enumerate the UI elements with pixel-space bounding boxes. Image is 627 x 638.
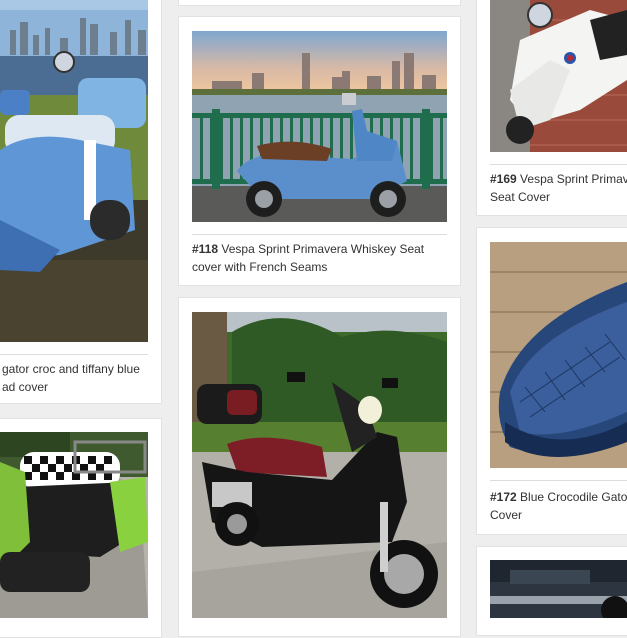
item-number: #169: [490, 172, 517, 186]
item-title-line2: Cover: [490, 508, 523, 522]
gallery-image-blue-crocodile-seat[interactable]: [490, 242, 627, 468]
card-divider: [192, 234, 447, 235]
item-title: Blue Crocodile Gato: [520, 490, 627, 504]
gallery-card[interactable]: [178, 0, 461, 6]
item-number: #118: [192, 242, 219, 256]
item-caption: #118 Vespa Sprint Primavera Whiskey Seat…: [192, 240, 447, 276]
item-title-line2: Seat Cover: [490, 190, 551, 204]
item-title-line2: cover with French Seams: [192, 260, 328, 274]
gallery-image-black-scooter-red-seat[interactable]: [192, 312, 447, 618]
item-title: Vespa Sprint Primavera Whiskey Seat: [221, 242, 425, 256]
card-divider: [0, 354, 148, 355]
item-caption: gator croc and tiffany blue ad cover: [2, 360, 150, 396]
gallery-image-white-vespa[interactable]: [490, 0, 627, 152]
item-title: gator croc and tiffany blue: [2, 362, 140, 376]
card-divider: [490, 164, 627, 165]
item-title: Vespa Sprint Primav: [520, 172, 627, 186]
gallery-image-blue-scooter-skyline[interactable]: [0, 0, 148, 342]
gallery-image-truck[interactable]: [490, 560, 627, 618]
item-caption: #172 Blue Crocodile Gato Cover: [490, 488, 627, 524]
gallery-image-green-scooter[interactable]: [0, 432, 148, 618]
card-divider: [490, 480, 627, 481]
item-title-line2: ad cover: [2, 380, 49, 394]
item-caption: #169 Vespa Sprint Primav Seat Cover: [490, 170, 627, 206]
item-number: #172: [490, 490, 517, 504]
gallery-image-vespa-primavera-river[interactable]: [192, 31, 447, 222]
